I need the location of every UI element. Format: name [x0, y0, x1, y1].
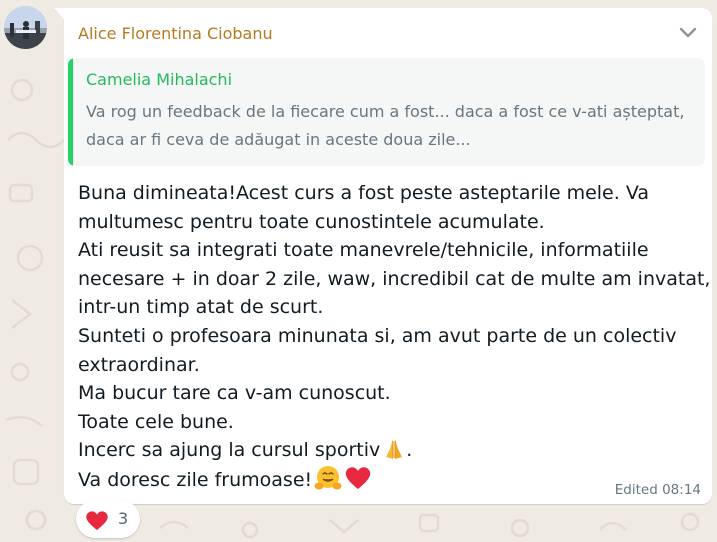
message-line: intr-un timp atat de scurt. — [78, 296, 324, 319]
chevron-down-icon[interactable] — [676, 22, 700, 44]
message-line-text: Va doresc zile frumoase! — [78, 468, 313, 491]
quoted-message[interactable]: Camelia Mihalachi Va rog un feedback de … — [68, 58, 705, 166]
message-line: Ati reusit sa integrati toate manevrele/… — [78, 239, 649, 262]
message-bubble[interactable]: Alice Florentina Ciobanu Camelia Mihalac… — [64, 8, 712, 504]
avatar[interactable] — [4, 6, 47, 49]
sender-name[interactable]: Alice Florentina Ciobanu — [78, 24, 273, 43]
folded-hands-icon — [386, 439, 403, 460]
hugging-face-icon — [314, 465, 342, 490]
timestamp: 08:14 — [662, 482, 701, 498]
reaction-pill[interactable]: 3 — [76, 500, 140, 538]
message-line-text: Incerc sa ajung la cursul sportiv — [78, 439, 381, 462]
message-text: Buna dimineata!Acest curs a fost peste a… — [78, 179, 711, 495]
message-line: Buna dimineata!Acest curs a fost peste a… — [78, 182, 649, 204]
quote-accent-bar — [68, 58, 73, 166]
message-line-suffix: . — [406, 439, 413, 462]
avatar-photo — [4, 6, 47, 49]
message-line: Sunteti o profesoara minunata si, am avu… — [78, 324, 677, 347]
message-line-with-emoji: Incerc sa ajung la cursul sportiv. — [78, 436, 708, 465]
reaction-count: 3 — [118, 509, 129, 528]
message-line: Toate cele bune. — [78, 410, 234, 433]
message-line: necesare + in doar 2 zile, waw, incredib… — [78, 267, 711, 290]
edited-label: Edited — [614, 482, 658, 498]
message-line: multumesc pentru toate cunostintele acum… — [78, 210, 545, 233]
quote-text: Va rog un feedback de la fiecare cum a f… — [86, 102, 685, 149]
red-heart-icon — [86, 511, 108, 530]
message-meta: Edited 08:14 — [615, 482, 701, 498]
message-line: Ma bucur tare ca v-am cunoscut. — [78, 382, 391, 405]
quote-author: Camelia Mihalachi — [86, 70, 233, 89]
message-line-with-emoji: Va doresc zile frumoase! — [78, 465, 708, 495]
message-line: extraordinar. — [78, 353, 200, 376]
red-heart-icon — [345, 467, 371, 489]
